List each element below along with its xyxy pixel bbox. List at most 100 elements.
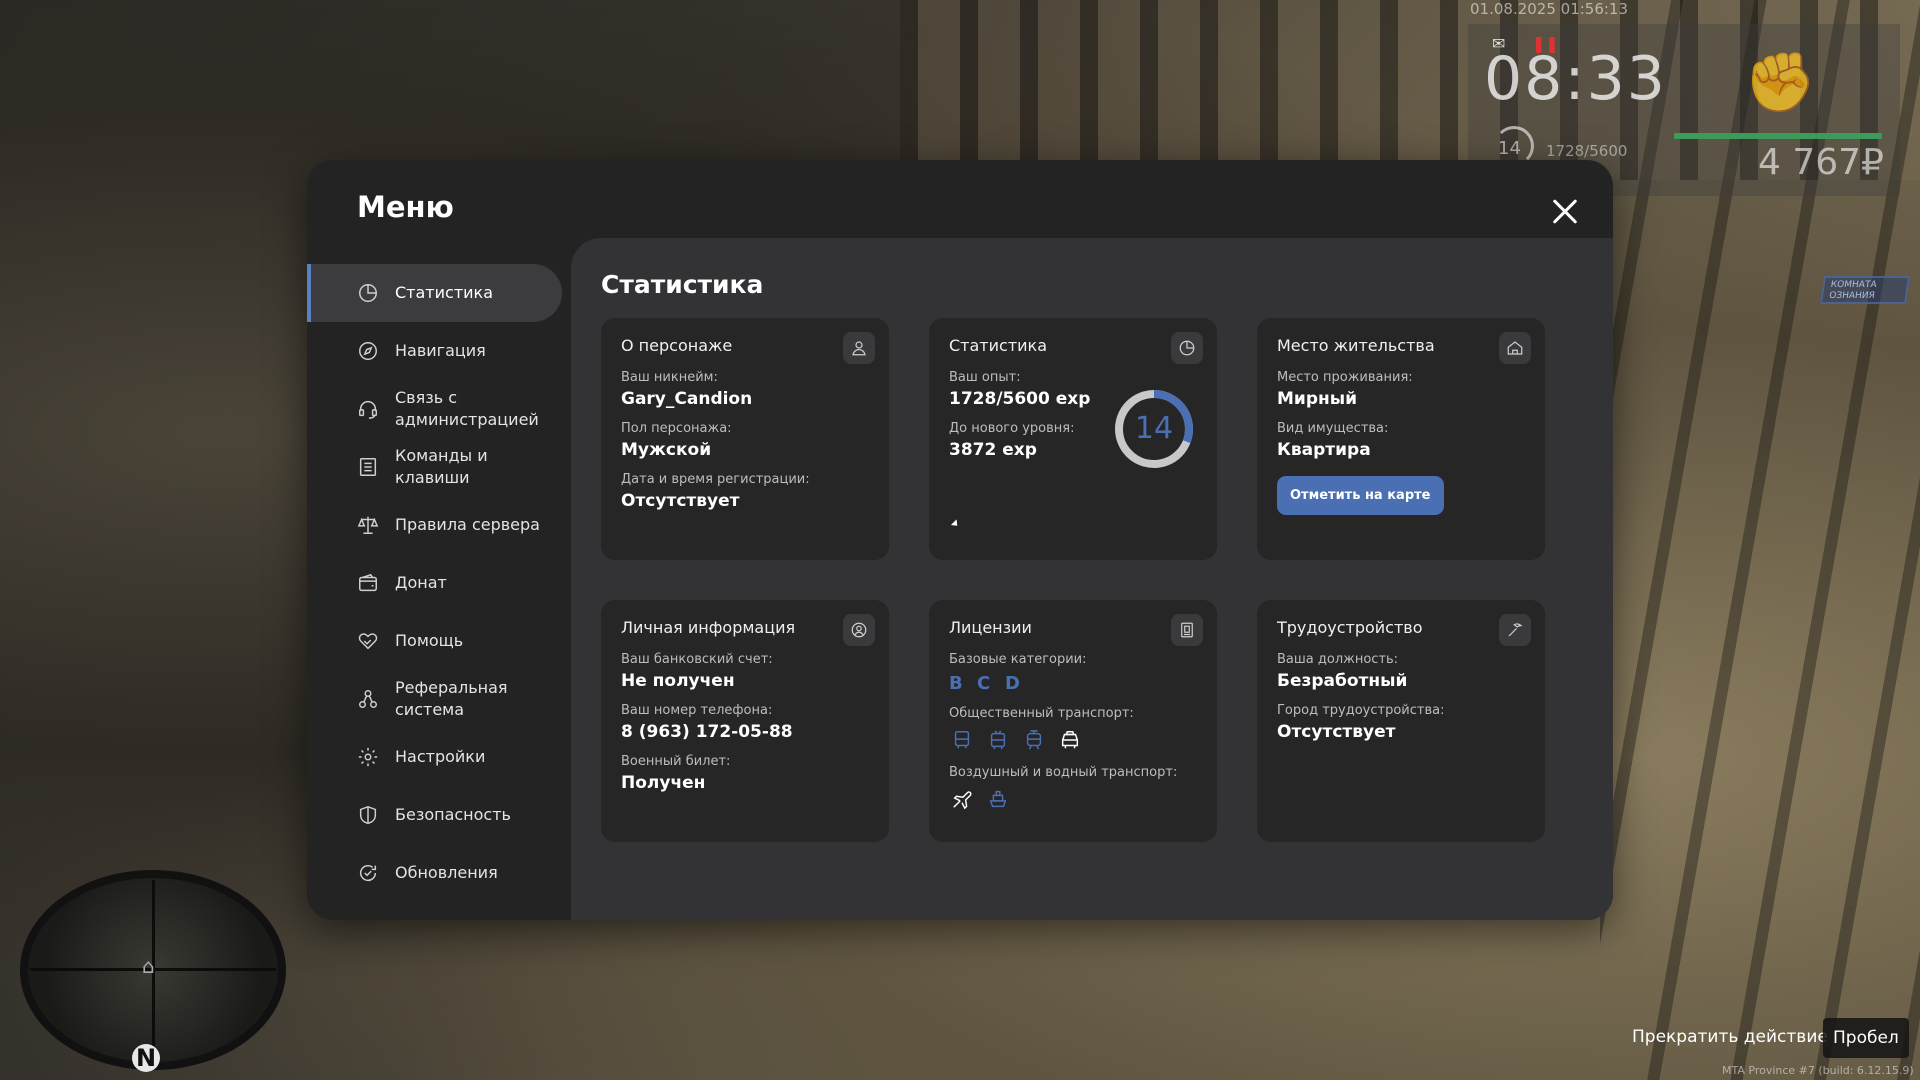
sidebar-item-label: Правила сервера <box>395 515 540 534</box>
sidebar-item-label: Помощь <box>395 631 464 650</box>
sidebar-item-referral[interactable]: Реферальная система <box>307 670 562 728</box>
license-category-c: C <box>977 673 991 694</box>
user-circle-icon <box>843 614 875 646</box>
sidebar-item-commands[interactable]: Команды и клавиши <box>307 438 562 496</box>
fist-icon: ✊ <box>1744 48 1817 116</box>
sidebar-item-label: Донат <box>395 573 447 592</box>
pie-chart-icon <box>355 280 381 306</box>
north-icon: N <box>132 1044 160 1072</box>
field-label: Пол персонажа: <box>621 421 732 436</box>
sidebar-item-admin-contact[interactable]: Связь с администрацией <box>307 380 562 438</box>
field-label: Базовые категории: <box>949 652 1087 667</box>
card-employment: Трудоустройство Ваша должность: Безработ… <box>1257 600 1545 842</box>
handshake-heart-icon <box>355 628 381 654</box>
bus-icon <box>949 727 975 753</box>
sidebar-item-label: Связь с администрацией <box>395 388 539 429</box>
field-label: Дата и время регистрации: <box>621 472 810 487</box>
background-sign: КОМНАТА ОЗНАНИЯ <box>1820 276 1910 304</box>
sidebar-item-donate[interactable]: Донат <box>307 554 562 612</box>
card-title: Трудоустройство <box>1277 618 1423 637</box>
card-title: Личная информация <box>621 618 796 637</box>
sidebar-item-label: Статистика <box>395 283 493 302</box>
field-label: Военный билет: <box>621 754 731 769</box>
card-stats: Статистика Ваш опыт: 1728/5600 exp До но… <box>929 318 1217 560</box>
gender-value: Мужской <box>621 440 712 460</box>
sidebar-item-label: Команды и клавиши <box>395 446 488 487</box>
user-icon <box>843 332 875 364</box>
hud-money: 4 767₽ <box>1758 142 1884 183</box>
license-category-d: D <box>1005 673 1020 694</box>
license-doc-icon <box>1171 614 1203 646</box>
shield-icon <box>355 802 381 828</box>
tram-icon <box>1021 727 1047 753</box>
hud-level: 14 <box>1498 138 1521 159</box>
sidebar-item-label: Безопасность <box>395 805 511 824</box>
headset-icon <box>355 396 381 422</box>
bank-account-value: Не получен <box>621 671 735 691</box>
level-value: 14 <box>1134 411 1174 446</box>
taxi-icon <box>1057 727 1083 753</box>
sidebar-item-statistics[interactable]: Статистика <box>307 264 562 322</box>
license-category-b: B <box>949 673 963 694</box>
list-icon <box>355 454 381 480</box>
card-title: Лицензии <box>949 618 1032 637</box>
nickname-value: Gary_Candion <box>621 389 753 409</box>
phone-value: 8 (963) 172-05-88 <box>621 722 793 742</box>
sidebar-item-help[interactable]: Помощь <box>307 612 562 670</box>
sidebar-item-navigation[interactable]: Навигация <box>307 322 562 380</box>
hud-clock: 08:33 <box>1484 44 1667 114</box>
sidebar-item-label: Настройки <box>395 747 486 766</box>
card-personal: Личная информация Ваш банковский счет: Н… <box>601 600 889 842</box>
card-title: Статистика <box>949 336 1047 355</box>
trolleybus-icon <box>985 727 1011 753</box>
wallet-icon <box>355 570 381 596</box>
sidebar-item-updates[interactable]: Обновления <box>307 844 562 902</box>
hud-health-bar <box>1674 133 1882 139</box>
card-residence: Место жительства Место проживания: Мирны… <box>1257 318 1545 560</box>
hud-exp: 1728/5600 <box>1546 142 1628 160</box>
key-hint-space[interactable]: Пробел <box>1823 1018 1909 1058</box>
field-label: Место проживания: <box>1277 370 1413 385</box>
field-label: Общественный транспорт: <box>949 706 1134 721</box>
field-label: Ваш номер телефона: <box>621 703 773 718</box>
basic-categories: B C D <box>949 673 1197 694</box>
field-label: Ваш банковский счет: <box>621 652 773 667</box>
sidebar-item-label: Реферальная система <box>395 678 508 719</box>
job-city-value: Отсутствует <box>1277 722 1396 742</box>
gear-icon <box>355 744 381 770</box>
residence-place-value: Мирный <box>1277 389 1358 409</box>
property-type-value: Квартира <box>1277 440 1371 460</box>
public-transport-licenses <box>949 727 1197 753</box>
military-id-value: Получен <box>621 773 706 793</box>
house-marker-icon: ⌂ <box>142 954 155 978</box>
pickaxe-icon <box>1499 614 1531 646</box>
field-label: Город трудоустройства: <box>1277 703 1445 718</box>
sidebar-item-label: Обновления <box>395 863 498 882</box>
registration-value: Отсутствует <box>621 491 740 511</box>
field-label: Ваша должность: <box>1277 652 1399 667</box>
pie-chart-icon <box>1171 332 1203 364</box>
close-icon[interactable] <box>1545 192 1585 232</box>
sidebar-item-security[interactable]: Безопасность <box>307 786 562 844</box>
sidebar-item-rules[interactable]: Правила сервера <box>307 496 562 554</box>
scales-icon <box>355 512 381 538</box>
build-info: MTA Province #7 (build: 6.12.15.9) <box>1722 1064 1914 1077</box>
card-title: Место жительства <box>1277 336 1435 355</box>
card-licenses: Лицензии Базовые категории: B C D Общест… <box>929 600 1217 842</box>
compass-icon <box>355 338 381 364</box>
boat-icon <box>985 786 1011 812</box>
air-water-licenses <box>949 786 1197 812</box>
content-area: Статистика О персонаже Ваш никнейм: Gary… <box>571 238 1613 920</box>
card-character: О персонаже Ваш никнейм: Gary_Candion По… <box>601 318 889 560</box>
job-position-value: Безработный <box>1277 671 1408 691</box>
section-title: Статистика <box>601 270 764 299</box>
sidebar-item-label: Навигация <box>395 341 486 360</box>
mark-on-map-button[interactable]: Отметить на карте <box>1277 476 1444 515</box>
field-label: Вид имущества: <box>1277 421 1389 436</box>
field-label: Ваш никнейм: <box>621 370 718 385</box>
sidebar: Статистика Навигация Связь с администрац… <box>307 264 562 902</box>
action-hint: Прекратить действие <box>1632 1027 1828 1047</box>
house-icon <box>1499 332 1531 364</box>
sidebar-item-settings[interactable]: Настройки <box>307 728 562 786</box>
menu-window: Меню Статистика Навигация Связь с админи… <box>307 160 1613 920</box>
